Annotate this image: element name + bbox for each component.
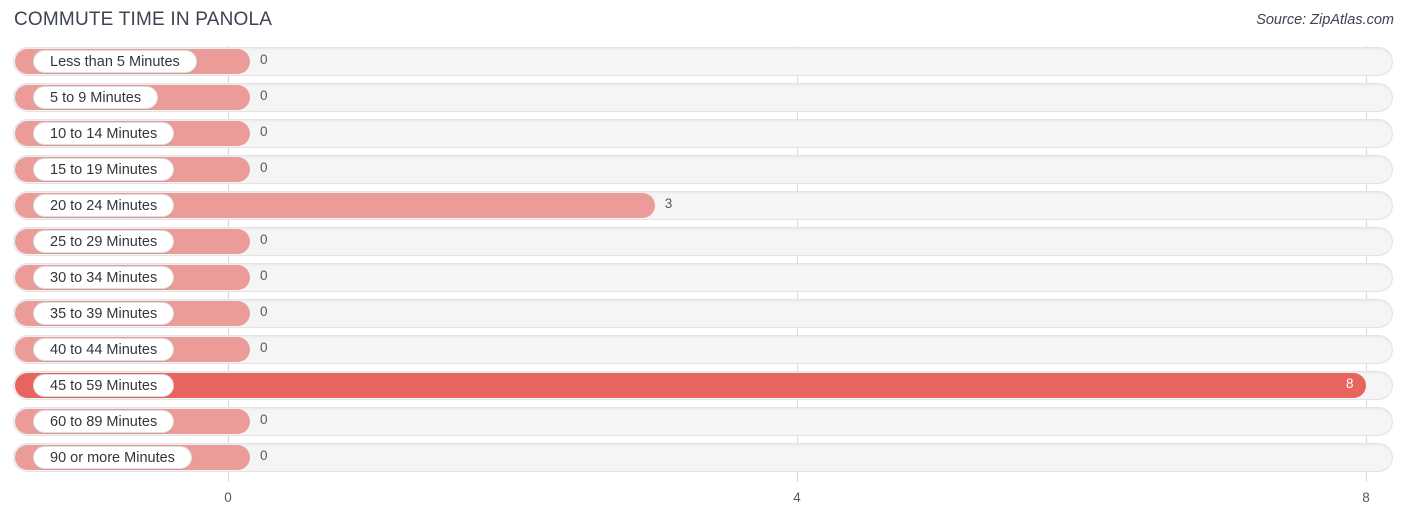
table-row: 5 to 9 Minutes 0 [0, 80, 1406, 116]
bar-rows: Less than 5 Minutes 0 5 to 9 Minutes 0 10 to… [0, 44, 1406, 476]
bar-value-label: 0 [260, 232, 268, 247]
table-row: 45 to 59 Minutes 8 [0, 368, 1406, 404]
table-row: Less than 5 Minutes 0 [0, 44, 1406, 80]
chart-plot-area: Less than 5 Minutes 0 5 to 9 Minutes 0 10 to… [0, 44, 1406, 484]
bar-value-label: 0 [260, 448, 268, 463]
category-label: 15 to 19 Minutes [33, 158, 175, 181]
table-row: 10 to 14 Minutes 0 [0, 116, 1406, 152]
bar-value-label: 0 [260, 88, 268, 103]
bar-value-label: 3 [664, 196, 673, 211]
category-label: 60 to 89 Minutes [33, 410, 175, 433]
bar[interactable] [15, 373, 1366, 398]
category-label: 30 to 34 Minutes [33, 266, 175, 289]
table-row: 90 or more Minutes 0 [0, 440, 1406, 476]
x-tick-label: 4 [793, 490, 801, 505]
category-label: 20 to 24 Minutes [33, 194, 175, 217]
category-label: 35 to 39 Minutes [33, 302, 175, 325]
bar-value-label: 0 [260, 340, 268, 355]
bar-value-label: 0 [260, 160, 268, 175]
x-tick-label: 8 [1362, 490, 1370, 505]
table-row: 30 to 34 Minutes 0 [0, 260, 1406, 296]
category-label: 5 to 9 Minutes [33, 86, 159, 109]
bar-value-label: 8 [1346, 376, 1354, 391]
table-row: 40 to 44 Minutes 0 [0, 332, 1406, 368]
category-label: Less than 5 Minutes [33, 50, 197, 73]
bar-value-label: 0 [260, 52, 268, 67]
table-row: 60 to 89 Minutes 0 [0, 404, 1406, 440]
table-row: 35 to 39 Minutes 0 [0, 296, 1406, 332]
table-row: 15 to 19 Minutes 0 [0, 152, 1406, 188]
bar-value-label: 0 [260, 304, 268, 319]
category-label: 90 or more Minutes [33, 446, 192, 469]
bar-value-label: 0 [260, 412, 268, 427]
x-tick-label: 0 [224, 490, 232, 505]
page-title: COMMUTE TIME IN PANOLA [14, 9, 273, 30]
chart-header: COMMUTE TIME IN PANOLA Source: ZipAtlas.… [0, 0, 1406, 44]
category-label: 25 to 29 Minutes [33, 230, 175, 253]
table-row: 20 to 24 Minutes 3 [0, 188, 1406, 224]
category-label: 45 to 59 Minutes [33, 374, 175, 397]
table-row: 25 to 29 Minutes 0 [0, 224, 1406, 260]
category-label: 10 to 14 Minutes [33, 122, 175, 145]
bar-value-label: 0 [260, 268, 268, 283]
category-label: 40 to 44 Minutes [33, 338, 175, 361]
source-attribution: Source: ZipAtlas.com [1256, 12, 1394, 28]
bar-value-label: 0 [260, 124, 268, 139]
x-axis: 0 4 8 [0, 484, 1406, 523]
